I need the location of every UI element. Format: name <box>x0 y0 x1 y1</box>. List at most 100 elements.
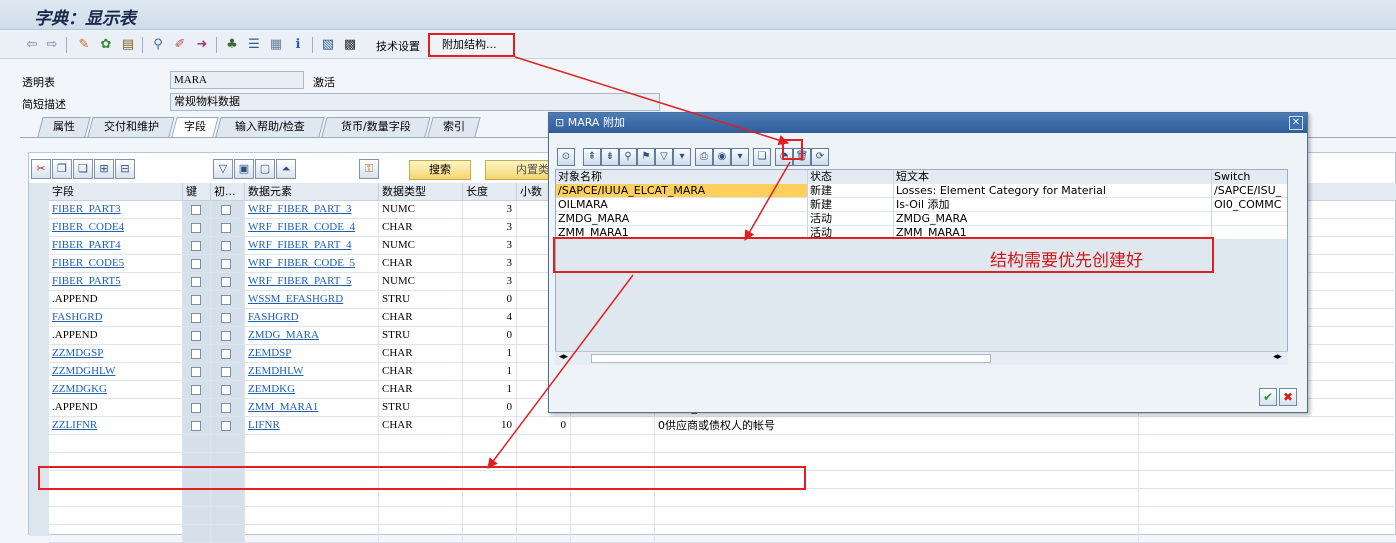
list-item[interactable] <box>556 324 1287 338</box>
data-element-cell[interactable]: ZEMDHLW <box>245 363 379 381</box>
short-text-cell[interactable] <box>655 435 1139 453</box>
checkbox[interactable] <box>191 421 201 431</box>
checkbox[interactable] <box>221 295 231 305</box>
list-item[interactable] <box>556 338 1287 352</box>
data-type-cell[interactable]: CHAR <box>379 417 463 435</box>
field-name-cell[interactable]: ZZLIFNR <box>49 417 183 435</box>
key-checkbox[interactable] <box>183 363 211 381</box>
col-header-field[interactable]: 字段 <box>49 183 183 201</box>
checkbox[interactable] <box>191 205 201 215</box>
decimals-cell[interactable] <box>517 525 571 543</box>
field-name-cell[interactable]: .APPEND <box>49 291 183 309</box>
initial-checkbox[interactable] <box>211 507 245 525</box>
field-name-cell[interactable]: FIBER_PART4 <box>49 237 183 255</box>
short-desc-field[interactable]: 常规物料数据 <box>170 93 660 111</box>
extra-cell[interactable] <box>1139 417 1396 435</box>
deselect-icon[interactable]: ▢ <box>255 159 275 179</box>
data-element-cell[interactable]: WRF_FIBER_CODE_4 <box>245 219 379 237</box>
col-header-initial[interactable]: 初... <box>211 183 245 201</box>
short-text-cell[interactable] <box>655 525 1139 543</box>
key-checkbox[interactable] <box>183 525 211 543</box>
field-name-cell[interactable]: FIBER_CODE4 <box>49 219 183 237</box>
data-element-cell[interactable] <box>245 489 379 507</box>
checkbox[interactable] <box>221 223 231 233</box>
view-icon[interactable]: ◉ <box>713 148 731 166</box>
details-icon[interactable]: ⊙ <box>557 148 575 166</box>
cancel-button[interactable]: ✖ <box>1279 388 1297 406</box>
extra-cell[interactable] <box>1139 525 1396 543</box>
field-name-cell[interactable] <box>49 525 183 543</box>
table-row[interactable] <box>29 507 1396 525</box>
short-text-cell[interactable]: 0供应商或债权人的帐号 <box>655 417 1139 435</box>
data-type-cell[interactable]: CHAR <box>379 309 463 327</box>
tab-fields[interactable]: 字段 <box>171 117 219 137</box>
view-dropdown-icon[interactable]: ▾ <box>731 148 749 166</box>
length-cell[interactable]: 1 <box>463 381 517 399</box>
initial-checkbox[interactable] <box>211 201 245 219</box>
data-element-cell[interactable]: ZMDG_MARA <box>245 327 379 345</box>
length-cell[interactable]: 3 <box>463 255 517 273</box>
checkbox[interactable] <box>191 313 201 323</box>
length-cell[interactable]: 3 <box>463 201 517 219</box>
data-type-cell[interactable]: STRU <box>379 399 463 417</box>
object-name-cell[interactable]: /SAPCE/IUUA_ELCAT_MARA <box>556 184 808 198</box>
find-icon[interactable]: ⚲ <box>619 148 637 166</box>
data-element-cell[interactable] <box>245 525 379 543</box>
select-all-icon[interactable]: ▣ <box>234 159 254 179</box>
col-header-switch[interactable]: Switch <box>1212 170 1287 184</box>
data-element-cell[interactable]: WRF_FIBER_PART_4 <box>245 237 379 255</box>
decimals-cell[interactable] <box>517 507 571 525</box>
status-cell[interactable]: 活动 <box>808 212 894 226</box>
edit-icon[interactable]: ✐ <box>172 37 188 53</box>
data-type-cell[interactable]: NUMC <box>379 237 463 255</box>
checkbox[interactable] <box>221 403 231 413</box>
initial-checkbox[interactable] <box>211 237 245 255</box>
list-item[interactable]: ZMDG_MARA 活动 ZMDG_MARA <box>556 212 1287 226</box>
checkbox[interactable] <box>191 295 201 305</box>
table-row[interactable] <box>29 435 1396 453</box>
checkbox[interactable] <box>221 277 231 287</box>
field-name-cell[interactable] <box>49 435 183 453</box>
grid-icon[interactable]: ▩ <box>342 37 358 53</box>
data-type-cell[interactable]: CHAR <box>379 363 463 381</box>
data-type-cell[interactable]: CHAR <box>379 219 463 237</box>
switch-cell[interactable]: OI0_COMMC <box>1212 198 1287 212</box>
data-element-cell[interactable]: ZEMDSP <box>245 345 379 363</box>
coord-cell[interactable] <box>571 417 655 435</box>
status-cell[interactable]: 新建 <box>808 184 894 198</box>
key-checkbox[interactable] <box>183 399 211 417</box>
length-cell[interactable] <box>463 435 517 453</box>
length-cell[interactable]: 3 <box>463 219 517 237</box>
cut-icon[interactable]: ✂ <box>31 159 51 179</box>
checkbox[interactable] <box>191 367 201 377</box>
activate-icon[interactable]: ✿ <box>98 37 114 53</box>
short-text-cell[interactable]: Losses: Element Category for Material <box>894 184 1212 198</box>
checkbox[interactable] <box>221 313 231 323</box>
predefined-type-icon[interactable]: ⚿ <box>359 159 379 179</box>
length-cell[interactable]: 4 <box>463 309 517 327</box>
delete-row-icon[interactable]: ⊟ <box>115 159 135 179</box>
key-checkbox[interactable] <box>183 381 211 399</box>
data-type-cell[interactable] <box>379 489 463 507</box>
checkbox[interactable] <box>191 403 201 413</box>
checkbox[interactable] <box>191 277 201 287</box>
append-structure-button[interactable]: 附加结构... <box>428 33 515 57</box>
hierarchy-icon[interactable]: ♣ <box>224 37 240 53</box>
insert-row-icon[interactable]: ⊞ <box>94 159 114 179</box>
extra-cell[interactable] <box>1139 489 1396 507</box>
initial-checkbox[interactable] <box>211 255 245 273</box>
data-element-cell[interactable]: LIFNR <box>245 417 379 435</box>
data-element-cell[interactable] <box>245 435 379 453</box>
list-icon[interactable]: ☰ <box>246 37 262 53</box>
key-checkbox[interactable] <box>183 219 211 237</box>
short-text-cell[interactable]: ZMDG_MARA <box>894 212 1212 226</box>
field-name-cell[interactable] <box>49 489 183 507</box>
initial-checkbox[interactable] <box>211 273 245 291</box>
data-type-cell[interactable]: STRU <box>379 291 463 309</box>
short-text-cell[interactable] <box>655 489 1139 507</box>
checkbox[interactable] <box>221 205 231 215</box>
checkbox[interactable] <box>221 259 231 269</box>
key-checkbox[interactable] <box>183 237 211 255</box>
list-item[interactable] <box>556 310 1287 324</box>
list-item[interactable]: OILMARA 新建 Is-Oil 添加 OI0_COMMC <box>556 198 1287 212</box>
